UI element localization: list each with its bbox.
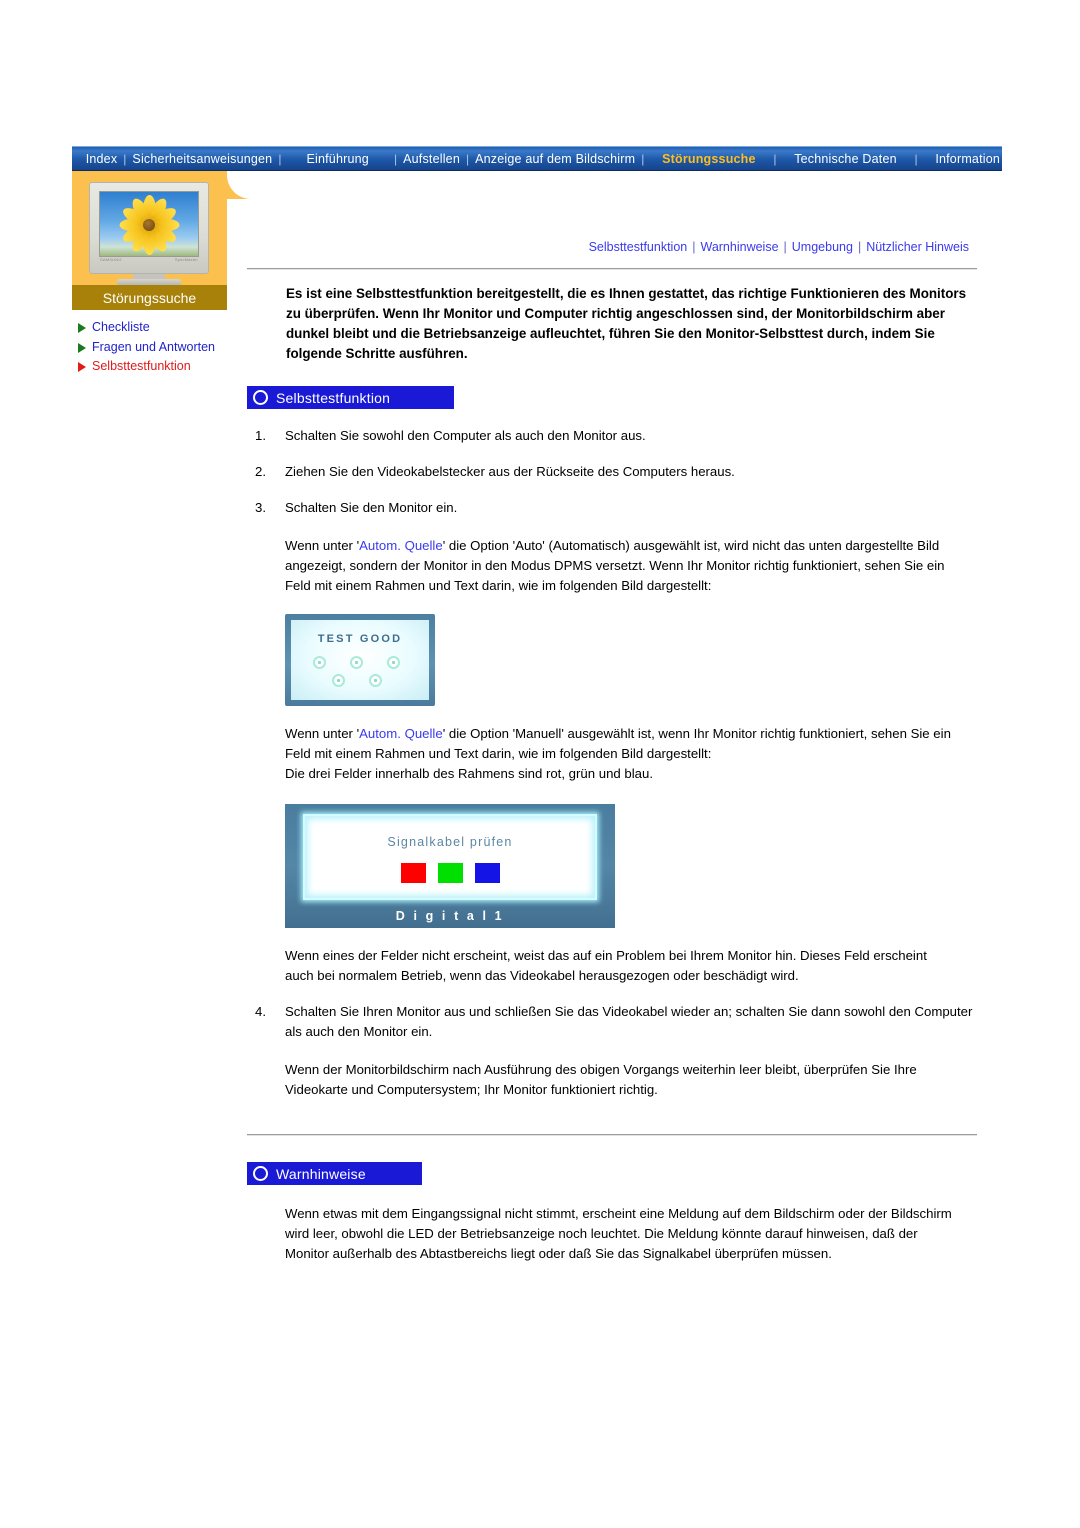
main-content: Selbsttestfunktion | Warnhinweise | Umgebung… bbox=[247, 240, 977, 1264]
check-signal-cable-label: Signalkabel prüfen bbox=[387, 835, 513, 849]
sidebar-header-card: SAMSUNG SyncMaster Störungssuche bbox=[72, 171, 251, 310]
paragraph-auto-source: Wenn unter 'Autom. Quelle' die Option 'A… bbox=[247, 536, 977, 596]
sublink-separator: | bbox=[692, 240, 696, 254]
sublink-nuetzlicher-hinweis[interactable]: Nützlicher Hinweis bbox=[866, 240, 969, 254]
sidebar-link-list: Checkliste Fragen und Antworten Selbstte… bbox=[72, 320, 227, 374]
triangle-bullet-icon bbox=[78, 342, 86, 353]
step-text: Schalten Sie sowohl den Computer als auc… bbox=[285, 428, 646, 443]
paragraph-manual-colors: Die drei Felder innerhalb des Rahmens si… bbox=[285, 766, 653, 781]
step-number: 2. bbox=[255, 464, 266, 479]
green-swatch bbox=[437, 863, 463, 883]
section-header-selbsttestfunktion: Selbsttestfunktion bbox=[247, 386, 455, 409]
test-dot-icon bbox=[387, 656, 400, 669]
step-text: Schalten Sie den Monitor ein. bbox=[285, 500, 458, 515]
circle-bullet-icon bbox=[253, 1166, 268, 1181]
sidebar-item-checkliste[interactable]: Checkliste bbox=[78, 320, 227, 335]
list-item: 2. Ziehen Sie den Videokabelstecker aus … bbox=[247, 462, 977, 482]
signal-source-label: D i g i t a l 1 bbox=[395, 909, 505, 923]
sublink-warnhinweise[interactable]: Warnhinweise bbox=[700, 240, 778, 254]
step-number: 4. bbox=[255, 1004, 266, 1019]
nav-item-information[interactable]: Information bbox=[933, 152, 1002, 166]
nav-separator: | bbox=[393, 151, 398, 166]
test-dot-icon bbox=[313, 656, 326, 669]
paragraph-prefix: Wenn unter ' bbox=[285, 726, 360, 741]
nav-item-stoerungssuche[interactable]: Störungssuche bbox=[660, 152, 758, 166]
step-number: 3. bbox=[255, 500, 266, 515]
list-item: 3. Schalten Sie den Monitor ein. bbox=[247, 498, 977, 518]
nav-item-technische-daten[interactable]: Technische Daten bbox=[792, 152, 899, 166]
nav-separator: | bbox=[278, 151, 282, 166]
step-number: 1. bbox=[255, 428, 266, 443]
sublink-separator: | bbox=[857, 240, 862, 254]
circle-bullet-icon bbox=[253, 390, 268, 405]
list-item: 4. Schalten Sie Ihren Monitor aus und sc… bbox=[247, 1002, 977, 1042]
sidebar-title: Störungssuche bbox=[72, 285, 227, 310]
sidebar-item-fragen-und-antworten[interactable]: Fragen und Antworten bbox=[78, 340, 227, 355]
test-good-label: TEST GOOD bbox=[317, 633, 403, 645]
rgb-swatch-group bbox=[305, 863, 595, 883]
divider-bottom bbox=[247, 1134, 977, 1136]
sidebar-corner-decoration bbox=[227, 171, 251, 199]
nav-separator: | bbox=[123, 151, 127, 166]
nav-separator: | bbox=[914, 151, 918, 166]
sidebar: SAMSUNG SyncMaster Störungssuche Checkli… bbox=[72, 171, 251, 379]
nav-item-aufstellen[interactable]: Aufstellen bbox=[401, 152, 462, 166]
paragraph-final: Wenn der Monitorbildschirm nach Ausführu… bbox=[285, 1062, 917, 1097]
nav-item-index[interactable]: Index bbox=[84, 152, 120, 166]
sublink-umgebung[interactable]: Umgebung bbox=[792, 240, 853, 254]
sidebar-item-label: Checkliste bbox=[92, 320, 150, 334]
section-header-label: Selbsttestfunktion bbox=[276, 389, 391, 406]
test-good-screen-image: TEST GOOD bbox=[285, 614, 435, 706]
blue-swatch bbox=[474, 863, 500, 883]
nav-separator: | bbox=[773, 151, 777, 166]
nav-separator: | bbox=[641, 151, 645, 166]
nav-item-einfuehrung[interactable]: Einführung bbox=[304, 152, 370, 166]
triangle-bullet-icon bbox=[78, 362, 86, 372]
test-dot-icon bbox=[350, 656, 363, 669]
link-autom-quelle[interactable]: Autom. Quelle bbox=[359, 726, 443, 741]
monitor-model-mark: SyncMaster bbox=[174, 257, 198, 262]
monitor-brand-mark: SAMSUNG bbox=[100, 257, 122, 262]
sidebar-item-selbsttestfunktion[interactable]: Selbsttestfunktion bbox=[78, 359, 227, 374]
test-dot-icon bbox=[369, 674, 382, 687]
link-autom-quelle[interactable]: Autom. Quelle bbox=[359, 538, 443, 553]
paragraph-missing-field: Wenn eines der Felder nicht erscheint, w… bbox=[285, 948, 927, 983]
section-header-label: Warnhinweise bbox=[276, 1165, 366, 1182]
nav-item-anzeige-auf-dem-bildschirm[interactable]: Anzeige auf dem Bildschirm bbox=[473, 152, 637, 166]
top-navigation-bar[interactable]: Index | Sicherheitsanweisungen | Einführ… bbox=[72, 146, 1002, 171]
test-dot-icon bbox=[332, 674, 345, 687]
nav-separator: | bbox=[465, 151, 470, 166]
check-signal-cable-screen-image: Signalkabel prüfen D i g i t a l 1 bbox=[285, 804, 615, 928]
section-sublink-bar: Selbsttestfunktion | Warnhinweise | Umgebung… bbox=[247, 240, 977, 268]
sidebar-item-label: Selbsttestfunktion bbox=[92, 359, 191, 373]
paragraph-manual-source: Wenn unter 'Autom. Quelle' die Option 'M… bbox=[247, 724, 977, 764]
step-text: Ziehen Sie den Videokabelstecker aus der… bbox=[285, 464, 735, 479]
nav-item-sicherheitsanweisungen[interactable]: Sicherheitsanweisungen bbox=[130, 152, 274, 166]
sidebar-item-label: Fragen und Antworten bbox=[92, 339, 215, 354]
sublink-separator: | bbox=[783, 240, 787, 254]
monitor-sunflower-icon: SAMSUNG SyncMaster bbox=[89, 182, 209, 286]
paragraph-prefix: Wenn unter ' bbox=[285, 538, 360, 553]
step-text: Schalten Sie Ihren Monitor aus und schli… bbox=[285, 1004, 973, 1039]
red-swatch bbox=[400, 863, 426, 883]
divider-top bbox=[247, 268, 977, 270]
intro-paragraph: Es ist eine Selbsttestfunktion bereitges… bbox=[286, 286, 967, 361]
sublink-selbsttestfunktion[interactable]: Selbsttestfunktion bbox=[589, 240, 688, 254]
list-item: 1. Schalten Sie sowohl den Computer als … bbox=[247, 426, 977, 446]
section-header-warnhinweise: Warnhinweise bbox=[247, 1162, 422, 1185]
paragraph-warnings: Wenn etwas mit dem Eingangssignal nicht … bbox=[285, 1206, 952, 1261]
triangle-bullet-icon bbox=[78, 323, 86, 333]
